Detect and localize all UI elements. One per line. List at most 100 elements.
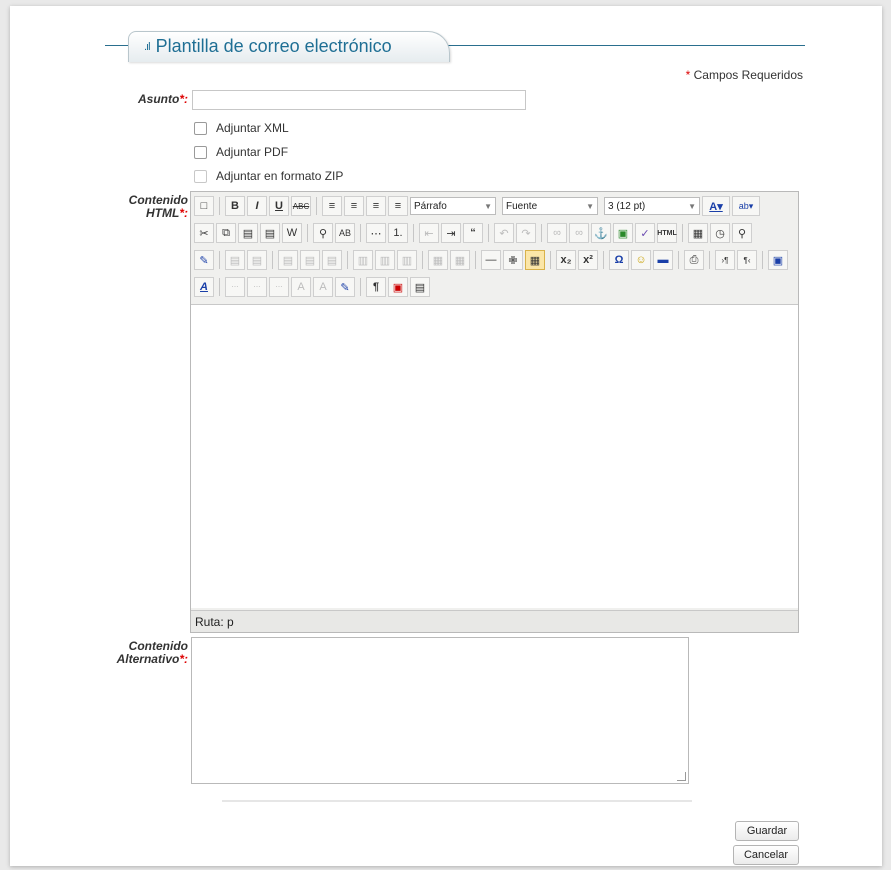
insert-row-after-icon[interactable]: ▤ — [300, 250, 320, 270]
new-document-icon[interactable]: □ — [194, 196, 214, 216]
toolbar-separator — [488, 224, 489, 242]
html-source-icon[interactable]: HTML — [657, 223, 677, 243]
numbered-list-icon[interactable]: 1. — [388, 223, 408, 243]
checkbox-box[interactable] — [194, 145, 207, 159]
acronym-icon[interactable]: ⋯ — [269, 277, 289, 297]
link-icon[interactable]: ∞ — [547, 223, 567, 243]
checkbox-adjuntar-pdf[interactable]: Adjuntar PDF — [194, 145, 288, 159]
italic-icon[interactable]: I — [247, 196, 267, 216]
toolbar-separator — [603, 251, 604, 269]
split-cells-icon[interactable]: ▦ — [428, 250, 448, 270]
styles-icon[interactable]: A — [194, 277, 214, 297]
undo-icon[interactable]: ↶ — [494, 223, 514, 243]
bullet-list-icon[interactable]: ⋯ — [366, 223, 386, 243]
align-left-icon[interactable]: ≡ — [322, 196, 342, 216]
subscript-icon[interactable]: x₂ — [556, 250, 576, 270]
checkbox-box[interactable] — [194, 121, 207, 135]
cleanup-icon[interactable]: ✓ — [635, 223, 655, 243]
paste-word-icon[interactable]: W — [282, 223, 302, 243]
merge-cells-icon[interactable]: ▦ — [450, 250, 470, 270]
table-cell-props-icon[interactable]: ▤ — [247, 250, 267, 270]
toolbar-separator — [475, 251, 476, 269]
outdent-icon[interactable]: ⇤ — [419, 223, 439, 243]
template-icon[interactable]: ▣ — [388, 277, 408, 297]
cut-icon[interactable]: ✂ — [194, 223, 214, 243]
save-button[interactable]: Guardar — [735, 821, 799, 841]
toolbar-row-4: A ⋯ ⋯ ⋯ A A ✎ ¶ ▣ ▤ — [194, 276, 430, 298]
toolbar-separator — [272, 251, 273, 269]
editor-toolbar: □ B I U ABC ≡ ≡ ≡ ≡ Párrafo ▼ Fuente ▼ 3 (… — [191, 192, 798, 305]
delete-col-icon[interactable]: ▥ — [397, 250, 417, 270]
chevron-down-icon: ▼ — [586, 201, 594, 211]
table-row-props-icon[interactable]: ▤ — [225, 250, 245, 270]
attributes-icon[interactable]: ✎ — [335, 277, 355, 297]
insert-col-before-icon[interactable]: ▥ — [353, 250, 373, 270]
text-color-icon[interactable]: A▾ — [702, 196, 730, 216]
format-select[interactable]: Párrafo ▼ — [410, 197, 496, 215]
contenido-alternativo-textarea[interactable] — [191, 637, 689, 784]
page-break-icon[interactable]: ▤ — [410, 277, 430, 297]
print-icon[interactable]: ⎙ — [684, 250, 704, 270]
preview-icon[interactable]: ⚲ — [732, 223, 752, 243]
checkbox-box[interactable] — [194, 169, 207, 183]
unlink-icon[interactable]: ∞ — [569, 223, 589, 243]
superscript-icon[interactable]: x² — [578, 250, 598, 270]
find-icon[interactable]: ⚲ — [313, 223, 333, 243]
ins-icon[interactable]: A — [313, 277, 333, 297]
emoticon-icon[interactable]: ☺ — [631, 250, 651, 270]
resize-grip-icon[interactable] — [677, 772, 686, 781]
toolbar-row-3: ✎ ▤ ▤ ▤ ▤ ▤ ▥ ▥ ▥ ▦ ▦ — ✙ ▦ x₂ x² Ω ☺ ▬ — [194, 249, 788, 271]
checkbox-adjuntar-zip[interactable]: Adjuntar en formato ZIP — [194, 169, 343, 183]
paste-icon[interactable]: ▤ — [238, 223, 258, 243]
media-icon[interactable]: ▬ — [653, 250, 673, 270]
special-char-icon[interactable]: Ω — [609, 250, 629, 270]
image-icon[interactable]: ▣ — [613, 223, 633, 243]
ltr-icon[interactable]: ›¶ — [715, 250, 735, 270]
align-justify-icon[interactable]: ≡ — [388, 196, 408, 216]
toolbar-separator — [316, 197, 317, 215]
remove-format-icon[interactable]: ✙ — [503, 250, 523, 270]
paste-text-icon[interactable]: ▤ — [260, 223, 280, 243]
contenido-alternativo-label: Contenido Alternativo*: — [116, 639, 188, 666]
align-right-icon[interactable]: ≡ — [366, 196, 386, 216]
required-fields-note: * Campos Requeridos — [685, 68, 803, 82]
cite-icon[interactable]: ⋯ — [225, 277, 245, 297]
indent-icon[interactable]: ⇥ — [441, 223, 461, 243]
toolbar-separator — [422, 251, 423, 269]
font-size-select[interactable]: 3 (12 pt) ▼ — [604, 197, 700, 215]
toolbar-row-1: □ B I U ABC ≡ ≡ ≡ ≡ Párrafo ▼ Fuente ▼ 3 (… — [194, 195, 760, 217]
toolbar-separator — [550, 251, 551, 269]
rtl-icon[interactable]: ¶‹ — [737, 250, 757, 270]
table-icon[interactable]: ▦ — [525, 250, 545, 270]
abbr-icon[interactable]: ⋯ — [247, 277, 267, 297]
insert-time-icon[interactable]: ◷ — [710, 223, 730, 243]
replace-icon[interactable]: AB — [335, 223, 355, 243]
insert-col-after-icon[interactable]: ▥ — [375, 250, 395, 270]
anchor-icon[interactable]: ⚓ — [591, 223, 611, 243]
toolbar-separator — [219, 251, 220, 269]
align-center-icon[interactable]: ≡ — [344, 196, 364, 216]
editor-content-area[interactable] — [191, 305, 798, 608]
redo-icon[interactable]: ↷ — [516, 223, 536, 243]
insert-date-icon[interactable]: ▦ — [688, 223, 708, 243]
copy-icon[interactable]: ⧉ — [216, 223, 236, 243]
toolbar-separator — [219, 197, 220, 215]
show-blocks-icon[interactable]: ¶ — [366, 277, 386, 297]
horizontal-rule-icon[interactable]: — — [481, 250, 501, 270]
blockquote-icon[interactable]: “ — [463, 223, 483, 243]
bold-icon[interactable]: B — [225, 196, 245, 216]
strikethrough-icon[interactable]: ABC — [291, 196, 311, 216]
delete-row-icon[interactable]: ▤ — [322, 250, 342, 270]
cancel-button[interactable]: Cancelar — [733, 845, 799, 865]
underline-icon[interactable]: U — [269, 196, 289, 216]
toolbar-separator — [762, 251, 763, 269]
fullscreen-icon[interactable]: ▣ — [768, 250, 788, 270]
edit-icon[interactable]: ✎ — [194, 250, 214, 270]
checkbox-adjuntar-xml[interactable]: Adjuntar XML — [194, 121, 289, 135]
highlight-color-icon[interactable]: ab▾ — [732, 196, 760, 216]
insert-row-before-icon[interactable]: ▤ — [278, 250, 298, 270]
font-select[interactable]: Fuente ▼ — [502, 197, 598, 215]
del-icon[interactable]: A — [291, 277, 311, 297]
toolbar-separator — [678, 251, 679, 269]
asunto-input[interactable] — [192, 90, 526, 110]
